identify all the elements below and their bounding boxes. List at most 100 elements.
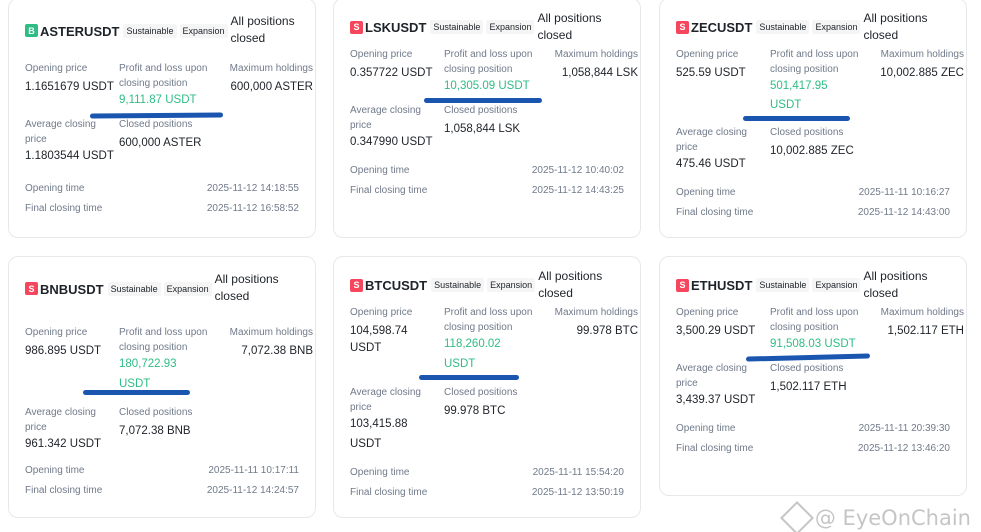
- opening-price-label: Opening price: [25, 327, 88, 338]
- closed-positions-value: 99.978 BTC: [444, 405, 506, 417]
- max-holdings-label: Maximum holdings: [554, 307, 638, 318]
- opening-time-row: Opening time 2025-11-12 10:40:02: [350, 161, 624, 181]
- closed-positions-label: Closed positions: [444, 105, 518, 116]
- expansion-tag: Expansion: [812, 278, 861, 292]
- position-card-asterusdt[interactable]: B ASTERUSDT Sustainable Expansion All po…: [8, 0, 316, 238]
- max-holdings-cell: Maximum holdings 1,502.117 ETH: [872, 305, 964, 361]
- pnl-cell: Profit and loss upon closing position 118…: [444, 305, 546, 385]
- avg-close-label: Average closing price: [676, 363, 747, 389]
- max-holdings-label: Maximum holdings: [229, 63, 313, 74]
- times: Opening time 2025-11-11 10:16:27 Final cl…: [676, 183, 950, 223]
- avg-close-value: 475.46 USDT: [676, 158, 746, 170]
- opening-time-value: 2025-11-11 15:54:20: [532, 467, 624, 478]
- direction-badge: S: [25, 282, 38, 295]
- sustainable-tag: Sustainable: [107, 282, 161, 296]
- opening-price-value: 525.59 USDT: [676, 67, 746, 79]
- closed-positions-value: 10,002.885 ZEC: [770, 145, 854, 157]
- position-card-ethusdt[interactable]: S ETHUSDT Sustainable Expansion All posi…: [659, 256, 967, 496]
- pnl-cell: Profit and loss upon closing position 501…: [770, 47, 872, 125]
- card-header: B ASTERUSDT Sustainable Expansion All po…: [25, 13, 299, 47]
- direction-badge: B: [25, 24, 38, 37]
- closed-positions-value: 600,000 ASTER: [119, 137, 202, 149]
- pnl-value: 501,417.95 USDT: [770, 80, 828, 111]
- position-status: All positions closed: [863, 269, 928, 300]
- position-card-btcusdt[interactable]: S BTCUSDT Sustainable Expansion All posi…: [333, 256, 641, 518]
- max-holdings-value: 1,502.117 ETH: [887, 325, 964, 337]
- symbol: BNBUSDT: [40, 282, 104, 297]
- max-holdings-label: Maximum holdings: [880, 307, 964, 318]
- avg-close-value: 103,415.88 USDT: [350, 418, 408, 450]
- position-card-lskusdt[interactable]: S LSKUSDT Sustainable Expansion All posi…: [333, 0, 641, 238]
- times: Opening time 2025-11-11 20:39:30 Final cl…: [676, 419, 950, 459]
- opening-time-row: Opening time 2025-11-12 14:18:55: [25, 179, 299, 199]
- card-header: S ETHUSDT Sustainable Expansion All posi…: [676, 269, 950, 300]
- stats-grid: Opening price 3,500.29 USDT Profit and l…: [676, 305, 964, 417]
- final-closing-time-row: Final closing time 2025-11-12 14:24:57: [25, 481, 299, 501]
- closed-positions-label: Closed positions: [770, 127, 844, 138]
- position-card-bnbusdt[interactable]: S BNBUSDT Sustainable Expansion All posi…: [8, 256, 316, 518]
- closed-positions-cell: Closed positions 7,072.38 BNB: [119, 405, 221, 461]
- opening-price-label: Opening price: [676, 307, 739, 318]
- avg-close-cell: Average closing price 1.1803544 USDT: [25, 117, 119, 173]
- expansion-tag: Expansion: [163, 282, 212, 296]
- final-closing-time-value: 2025-11-12 16:58:52: [206, 203, 299, 214]
- final-closing-time-row: Final closing time 2025-11-12 13:46:20: [676, 439, 950, 459]
- avg-close-cell: Average closing price 3,439.37 USDT: [676, 361, 770, 417]
- opening-price-label: Opening price: [350, 49, 413, 60]
- symbol: LSKUSDT: [365, 19, 427, 35]
- final-closing-time-row: Final closing time 2025-11-12 13:50:19: [350, 483, 624, 503]
- pnl-label: Profit and loss upon closing position: [444, 307, 533, 333]
- sustainable-tag: Sustainable: [756, 20, 810, 34]
- closed-positions-cell: Closed positions 10,002.885 ZEC: [770, 125, 872, 181]
- opening-time-value: 2025-11-12 10:40:02: [531, 165, 624, 176]
- avg-close-value: 961.342 USDT: [25, 438, 102, 450]
- pnl-cell: Profit and loss upon closing position 10,…: [444, 47, 546, 103]
- final-closing-time-value: 2025-11-12 14:43:00: [857, 207, 950, 218]
- position-status: All positions closed: [214, 272, 279, 303]
- opening-time-value: 2025-11-11 10:17:11: [208, 465, 299, 476]
- direction-badge: S: [350, 20, 363, 34]
- avg-close-cell: Average closing price 103,415.88 USDT: [350, 385, 444, 467]
- times: Opening time 2025-11-11 15:54:20 Final cl…: [350, 463, 624, 503]
- symbol: ETHUSDT: [691, 277, 753, 293]
- opening-price-cell: Opening price 104,598.74 USDT: [350, 305, 444, 385]
- avg-close-value: 3,439.37 USDT: [676, 394, 756, 406]
- avg-close-label: Average closing price: [676, 127, 747, 153]
- stats-grid: Opening price 525.59 USDT Profit and los…: [676, 47, 964, 181]
- position-status: All positions closed: [537, 11, 602, 42]
- opening-time-row: Opening time 2025-11-11 20:39:30: [676, 419, 950, 439]
- max-holdings-cell: Maximum holdings 600,000 ASTER: [221, 61, 313, 117]
- max-holdings-label: Maximum holdings: [880, 49, 964, 60]
- opening-price-cell: Opening price 3,500.29 USDT: [676, 305, 770, 361]
- avg-close-label: Average closing price: [25, 407, 96, 433]
- final-closing-time-row: Final closing time 2025-11-12 16:58:52: [25, 199, 299, 219]
- avg-close-label: Average closing price: [25, 119, 96, 145]
- pnl-value: 9,111.87 USDT: [119, 94, 197, 106]
- sustainable-tag: Sustainable: [756, 278, 810, 292]
- card-header: S BNBUSDT Sustainable Expansion All posi…: [25, 271, 299, 305]
- pnl-label: Profit and loss upon closing position: [119, 327, 208, 353]
- opening-price-cell: Opening price 1.1651679 USDT: [25, 61, 119, 117]
- sustainable-tag: Sustainable: [123, 24, 177, 38]
- position-status: All positions closed: [538, 269, 603, 300]
- eyeonchain-logo-icon: [779, 501, 814, 532]
- symbol: BTCUSDT: [365, 277, 428, 293]
- closed-positions-value: 7,072.38 BNB: [119, 425, 191, 437]
- avg-close-value: 0.347990 USDT: [350, 136, 433, 148]
- closed-positions-cell: Closed positions 99.978 BTC: [444, 385, 546, 467]
- avg-close-cell: Average closing price 961.342 USDT: [25, 405, 119, 461]
- pnl-label: Profit and loss upon closing position: [770, 49, 859, 75]
- times: Opening time 2025-11-12 10:40:02 Final cl…: [350, 161, 624, 201]
- closed-positions-label: Closed positions: [119, 119, 193, 130]
- opening-price-cell: Opening price 0.357722 USDT: [350, 47, 444, 103]
- opening-price-value: 3,500.29 USDT: [676, 325, 756, 337]
- highlight-underline-bnb: [83, 390, 190, 395]
- expansion-tag: Expansion: [487, 278, 536, 292]
- final-closing-time-value: 2025-11-12 13:50:19: [531, 487, 624, 498]
- sustainable-tag: Sustainable: [430, 20, 484, 34]
- highlight-underline-btc: [419, 375, 519, 380]
- max-holdings-value: 10,002.885 ZEC: [880, 67, 964, 79]
- closed-positions-label: Closed positions: [444, 387, 518, 398]
- position-status: All positions closed: [863, 11, 928, 42]
- closed-positions-value: 1,502.117 ETH: [770, 381, 847, 393]
